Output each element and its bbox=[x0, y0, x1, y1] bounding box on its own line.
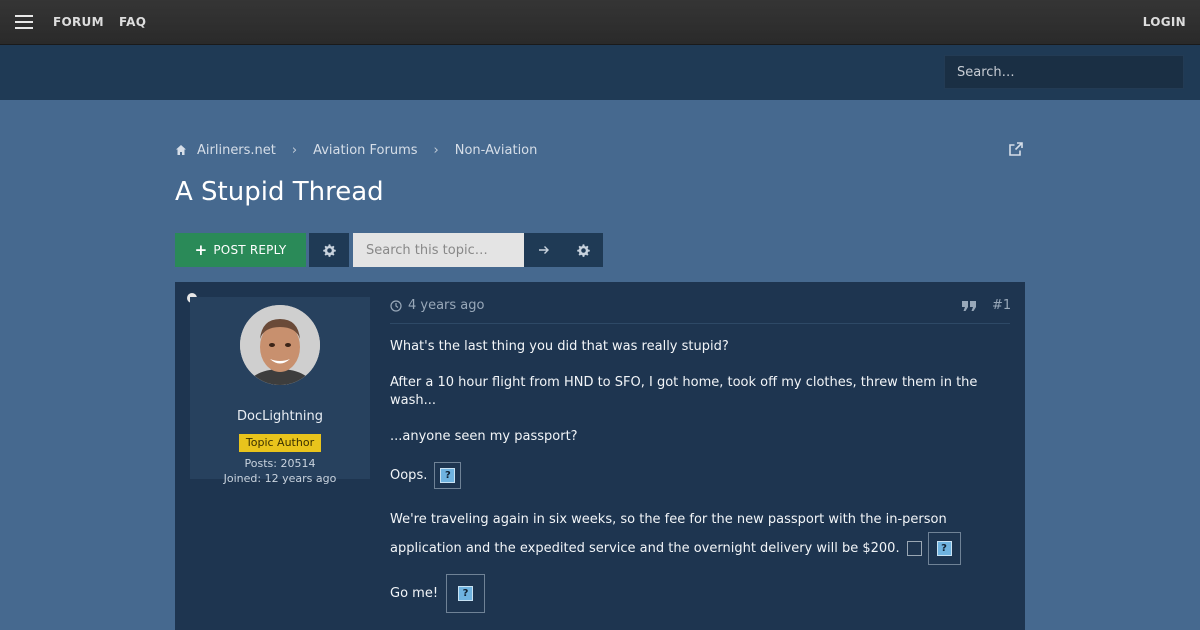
breadcrumb-non-aviation[interactable]: Non-Aviation bbox=[455, 143, 538, 158]
topic-tools-button[interactable] bbox=[309, 233, 349, 267]
broken-image-icon: ? bbox=[927, 532, 961, 565]
post-paragraph: We're traveling again in six weeks, so t… bbox=[390, 508, 990, 565]
topic-search-input[interactable] bbox=[353, 233, 524, 267]
post-number-link[interactable]: #1 bbox=[992, 298, 1011, 313]
chevron-right-icon: › bbox=[433, 142, 439, 158]
post-paragraph-row: Go me! ? bbox=[390, 574, 990, 613]
nav-faq-link[interactable]: FAQ bbox=[119, 15, 146, 29]
post-timestamp[interactable]: 4 years ago bbox=[390, 298, 484, 313]
post-paragraph: Go me! bbox=[390, 585, 439, 601]
clock-icon bbox=[390, 299, 402, 312]
post-paragraph: What's the last thing you did that was r… bbox=[390, 339, 729, 354]
author-joined: Joined: 12 years ago bbox=[223, 472, 337, 485]
nav-login-link[interactable]: LOGIN bbox=[1143, 15, 1186, 29]
post-paragraph: ...anyone seen my passport? bbox=[390, 429, 578, 444]
author-post-count: Posts: 20514 bbox=[244, 457, 316, 470]
broken-image-icon: ? bbox=[446, 574, 486, 613]
post-paragraph: After a 10 hour flight from HND to SFO, … bbox=[390, 375, 978, 408]
post: DocLightning Topic Author Posts: 20514 J… bbox=[175, 282, 1025, 630]
post-paragraph-text: We're traveling again in six weeks, so t… bbox=[390, 512, 947, 556]
topic-author-badge: Topic Author bbox=[239, 434, 321, 452]
arrow-right-icon bbox=[538, 246, 549, 254]
breadcrumb-airliners[interactable]: Airliners.net bbox=[197, 143, 276, 158]
broken-image-icon bbox=[906, 541, 922, 556]
post-reply-button[interactable]: + POST REPLY bbox=[175, 233, 306, 267]
broken-image-icon: ? bbox=[434, 462, 462, 489]
post-time-label: 4 years ago bbox=[408, 298, 485, 313]
topic-search-submit-button[interactable] bbox=[524, 233, 563, 267]
home-icon[interactable] bbox=[175, 144, 187, 156]
menu-icon[interactable] bbox=[15, 15, 33, 29]
author-profile: DocLightning Topic Author Posts: 20514 J… bbox=[190, 297, 370, 485]
breadcrumb: Airliners.net › Aviation Forums › Non-Av… bbox=[175, 141, 537, 159]
external-link-icon[interactable] bbox=[1008, 141, 1024, 157]
chevron-right-icon: › bbox=[291, 142, 298, 158]
top-navbar: FORUM FAQ LOGIN bbox=[0, 0, 1200, 45]
avatar-image bbox=[240, 305, 320, 385]
divider bbox=[390, 323, 1010, 324]
page-title: A Stupid Thread bbox=[175, 177, 384, 207]
quote-icon[interactable] bbox=[961, 299, 977, 313]
plus-icon: + bbox=[194, 241, 208, 259]
gear-icon bbox=[322, 243, 336, 257]
advanced-search-button[interactable] bbox=[563, 233, 603, 267]
post-paragraph-row: Oops. ? bbox=[390, 462, 990, 489]
avatar[interactable] bbox=[240, 305, 320, 385]
post-paragraph: Oops. bbox=[390, 467, 428, 483]
post-reply-label: POST REPLY bbox=[213, 243, 287, 257]
author-username[interactable]: DocLightning bbox=[190, 409, 370, 424]
gear-icon bbox=[576, 243, 590, 257]
site-search-input[interactable] bbox=[944, 55, 1184, 89]
breadcrumb-aviation-forums[interactable]: Aviation Forums bbox=[313, 143, 417, 158]
header-band bbox=[0, 45, 1200, 100]
nav-forum-link[interactable]: FORUM bbox=[53, 15, 104, 29]
